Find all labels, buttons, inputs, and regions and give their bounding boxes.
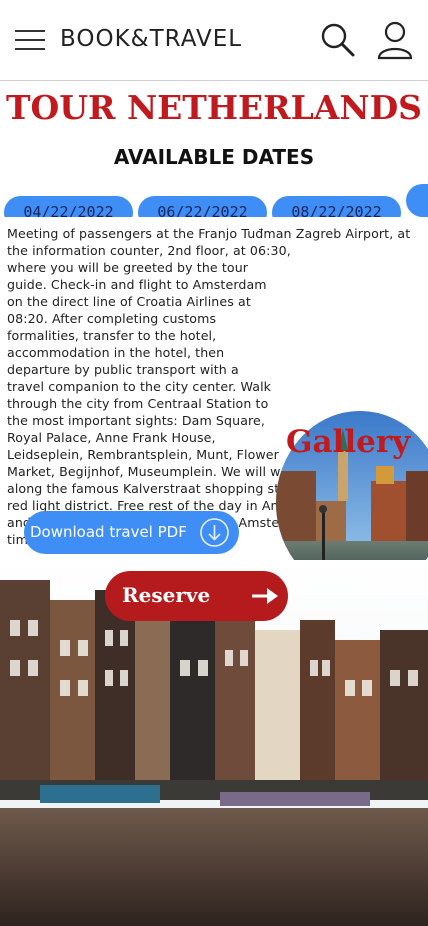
download-pdf-button[interactable]: Download travel PDF xyxy=(24,511,239,554)
search-icon[interactable] xyxy=(320,22,356,58)
page-title: TOUR NETHERLANDS xyxy=(5,88,423,127)
date-option-1[interactable]: 04/22/2022 xyxy=(4,196,133,217)
arrow-right-icon xyxy=(252,588,278,604)
date-option-2[interactable]: 06/22/2022 xyxy=(138,196,267,217)
reserve-label: Reserve xyxy=(122,583,211,607)
download-icon xyxy=(200,518,229,547)
brand-logo[interactable]: BOOK&TRAVEL xyxy=(60,26,242,52)
app-header: BOOK&TRAVEL xyxy=(0,0,428,81)
dates-heading: AVAILABLE DATES xyxy=(113,145,315,169)
user-icon[interactable] xyxy=(377,20,413,60)
hamburger-menu-icon[interactable] xyxy=(15,28,45,52)
date-list: 04/22/2022 06/22/2022 08/22/2022 xyxy=(4,184,428,217)
date-option-3[interactable]: 08/22/2022 xyxy=(272,196,401,217)
date-option-4[interactable] xyxy=(406,184,428,217)
download-pdf-label: Download travel PDF xyxy=(30,523,187,541)
reserve-button[interactable]: Reserve xyxy=(105,571,288,621)
gallery-title: Gallery xyxy=(286,424,411,460)
